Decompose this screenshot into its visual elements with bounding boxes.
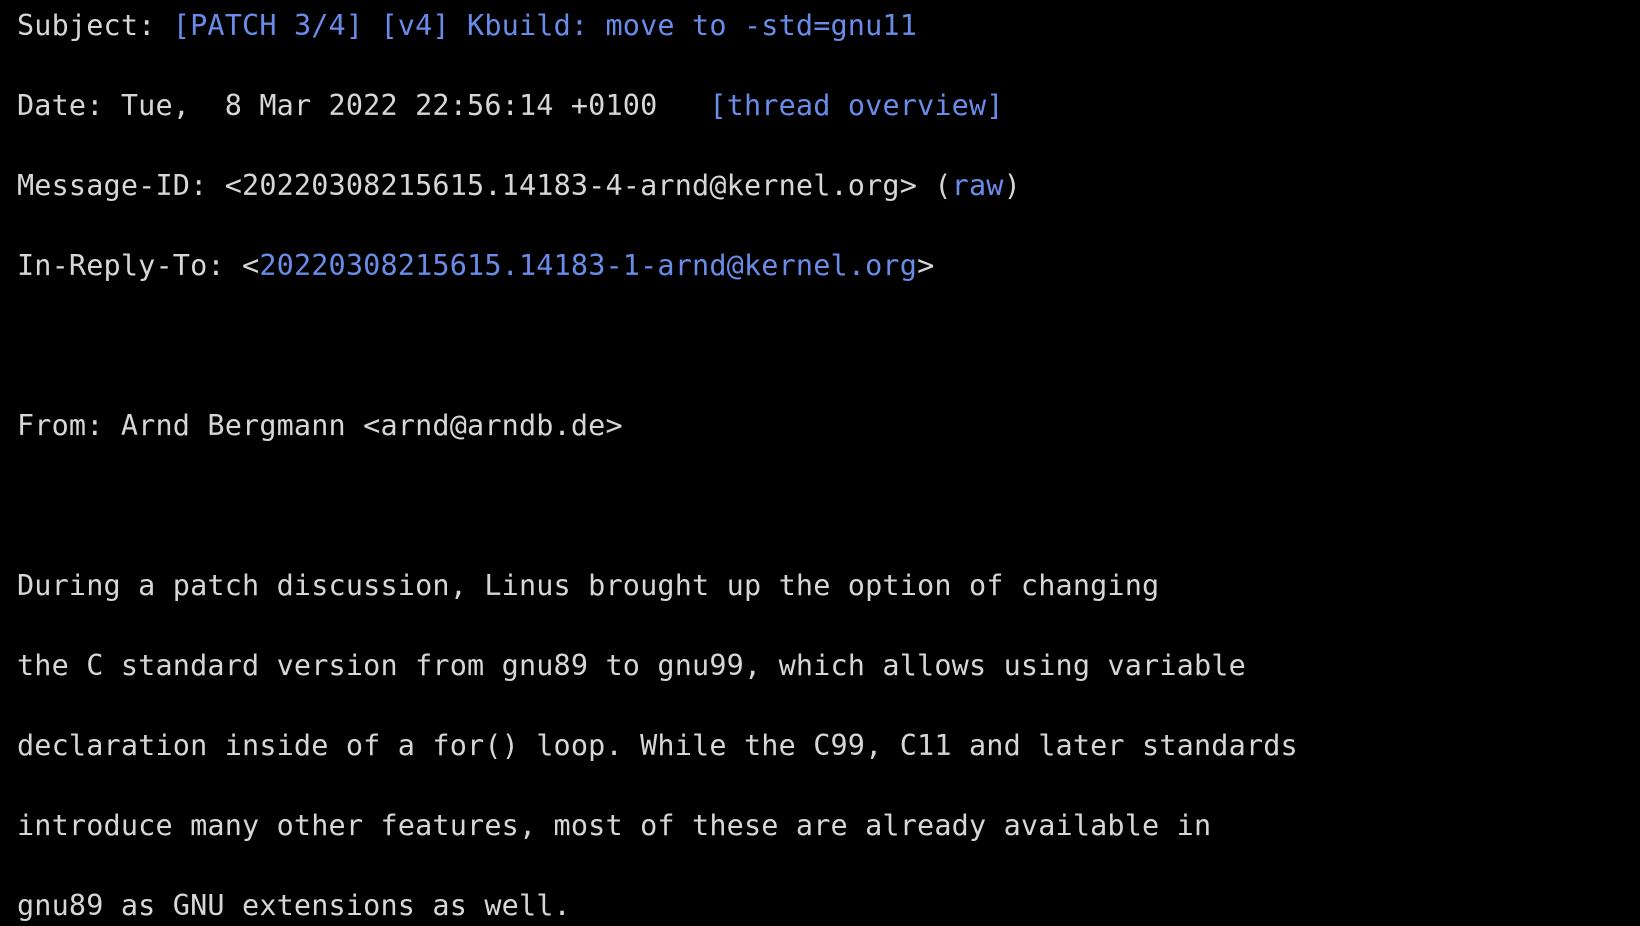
blank-line-1 bbox=[17, 326, 1640, 366]
in-reply-to-close-bracket: > bbox=[917, 249, 935, 282]
header-line-date: Date: Tue, 8 Mar 2022 22:56:14 +0100 [th… bbox=[17, 86, 1640, 126]
header-line-subject: Subject: [PATCH 3/4] [v4] Kbuild: move t… bbox=[17, 6, 1640, 46]
date-separator bbox=[657, 89, 709, 122]
date-label: Date: bbox=[17, 89, 121, 122]
header-line-message-id: Message-ID: <20220308215615.14183-4-arnd… bbox=[17, 166, 1640, 206]
body-line: gnu89 as GNU extensions as well. bbox=[17, 889, 571, 922]
subject-link[interactable]: [PATCH 3/4] [v4] Kbuild: move to -std=gn… bbox=[173, 9, 917, 42]
body-line: declaration inside of a for() loop. Whil… bbox=[17, 729, 1298, 762]
subject-label: Subject: bbox=[17, 9, 173, 42]
in-reply-to-label: In-Reply-To: bbox=[17, 249, 243, 282]
message-id-value: <20220308215615.14183-4-arnd@kernel.org> bbox=[224, 169, 918, 202]
date-value: Tue, 8 Mar 2022 22:56:14 +0100 bbox=[120, 89, 658, 122]
email-message-view: Subject: [PATCH 3/4] [v4] Kbuild: move t… bbox=[0, 0, 1640, 922]
body-line: the C standard version from gnu89 to gnu… bbox=[17, 649, 1246, 682]
message-id-space bbox=[917, 169, 934, 202]
message-plain-text: Subject: [PATCH 3/4] [v4] Kbuild: move t… bbox=[0, 0, 1640, 926]
in-reply-to-open-bracket: < bbox=[242, 249, 260, 282]
thread-overview-link[interactable]: [thread overview] bbox=[709, 89, 1003, 122]
in-reply-to-link[interactable]: 20220308215615.14183-1-arnd@kernel.org bbox=[259, 249, 917, 282]
body-line: introduce many other features, most of t… bbox=[17, 809, 1212, 842]
raw-open-paren: ( bbox=[934, 169, 952, 202]
raw-link[interactable]: raw bbox=[952, 169, 1004, 202]
body-line: During a patch discussion, Linus brought… bbox=[17, 569, 1160, 602]
message-id-label: Message-ID: bbox=[17, 169, 225, 202]
from-line: From: Arnd Bergmann <arnd@arndb.de> bbox=[17, 409, 623, 442]
blank-line-2 bbox=[17, 486, 1640, 526]
raw-close-paren: ) bbox=[1003, 169, 1021, 202]
header-line-in-reply-to: In-Reply-To: <20220308215615.14183-1-arn… bbox=[17, 246, 1640, 286]
